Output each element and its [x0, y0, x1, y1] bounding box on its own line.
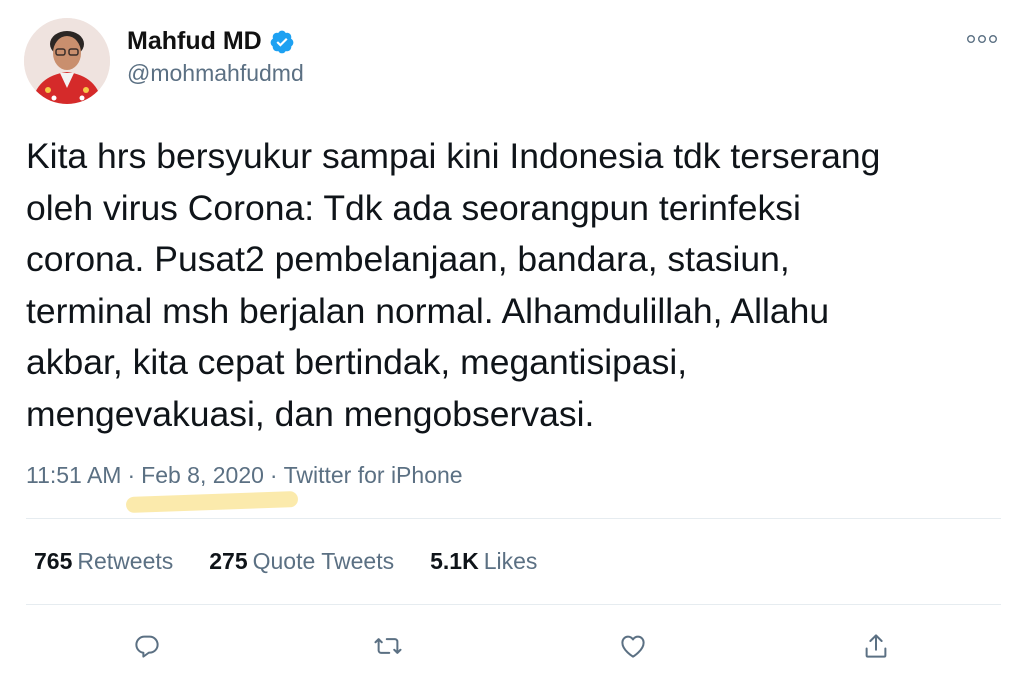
- tweet-date-link[interactable]: Feb 8, 2020: [141, 462, 264, 488]
- author-handle[interactable]: @mohmahfudmd: [127, 60, 304, 87]
- avatar[interactable]: [24, 18, 110, 104]
- reply-button[interactable]: [127, 626, 167, 666]
- more-options-button[interactable]: [964, 26, 1000, 52]
- tweet-card: Mahfud MD @mohmahfudmd Kita hrs bersyuku…: [0, 0, 1024, 688]
- quote-tweets-count: 275: [209, 548, 248, 574]
- retweets-stat[interactable]: 765 Retweets: [34, 548, 173, 575]
- retweet-button[interactable]: [368, 626, 408, 666]
- quote-tweets-stat[interactable]: 275 Quote Tweets: [209, 548, 394, 575]
- share-icon: [865, 634, 887, 658]
- retweets-label: Retweets: [77, 548, 174, 574]
- likes-label: Likes: [483, 548, 538, 574]
- like-button[interactable]: [613, 626, 653, 666]
- meta-separator: ·: [127, 462, 136, 488]
- verified-badge-icon: [269, 29, 295, 55]
- likes-stat[interactable]: 5.1K Likes: [430, 548, 537, 575]
- action-bar: [0, 626, 1024, 670]
- date-highlight-mark: [125, 491, 299, 513]
- likes-count: 5.1K: [430, 548, 479, 574]
- meta-separator: ·: [269, 462, 278, 488]
- reply-icon: [135, 635, 159, 658]
- quote-tweets-label: Quote Tweets: [252, 548, 395, 574]
- retweet-icon: [374, 638, 402, 654]
- avatar-image: [24, 18, 110, 104]
- author-display-name[interactable]: Mahfud MD: [127, 27, 262, 56]
- engagement-stats: 765 Retweets 275 Quote Tweets 5.1K Likes: [34, 548, 537, 575]
- more-horizontal-icon: [967, 35, 998, 43]
- tweet-text: Kita hrs bersyukur sampai kini Indonesia…: [26, 136, 881, 434]
- author-name-row[interactable]: Mahfud MD: [127, 27, 295, 56]
- retweets-count: 765: [34, 548, 73, 574]
- tweet-source-link[interactable]: Twitter for iPhone: [284, 462, 463, 488]
- share-button[interactable]: [856, 626, 896, 666]
- divider: [26, 604, 1001, 605]
- tweet-time-link[interactable]: 11:51 AM: [26, 462, 121, 488]
- tweet-meta: 11:51 AM · Feb 8, 2020 · Twitter for iPhone: [26, 462, 463, 489]
- heart-icon: [621, 635, 645, 658]
- divider: [26, 518, 1001, 519]
